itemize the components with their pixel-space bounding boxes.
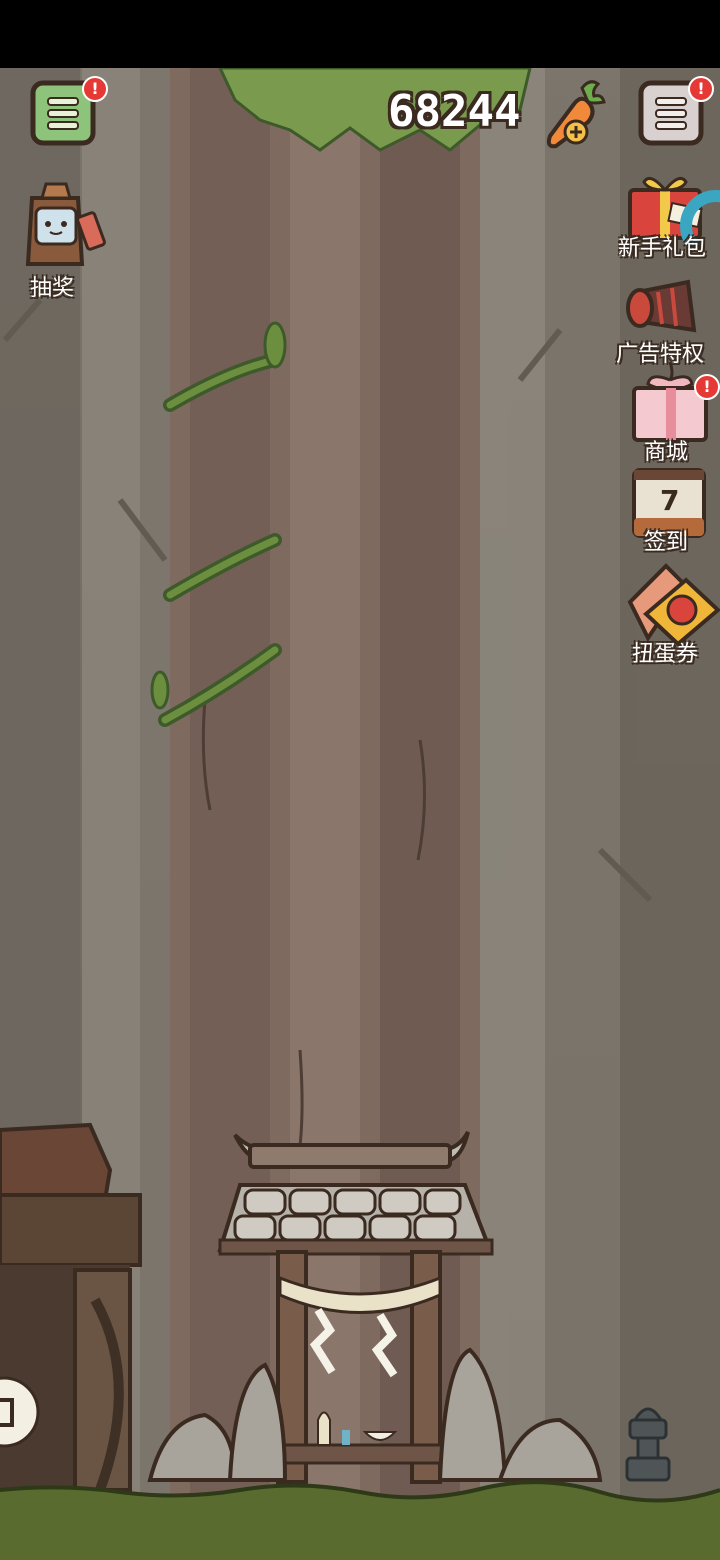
checkin-button[interactable]: 7 签到 — [630, 464, 710, 555]
notification-badge: ! — [694, 374, 720, 400]
lottery-box-icon — [25, 182, 106, 266]
checkin-label: 签到 — [644, 530, 689, 555]
gacha-ticket-button[interactable]: 扭蛋券 — [622, 562, 720, 670]
status-bar — [0, 0, 720, 68]
lottery-button[interactable]: 抽奖 — [20, 178, 110, 301]
notification-badge: ! — [688, 76, 714, 102]
carrot-plus-icon — [546, 80, 606, 149]
right-menu-button[interactable]: ! — [638, 76, 714, 146]
carrot-currency-amount: 68244 — [388, 86, 521, 137]
shop-gift-icon — [632, 361, 708, 442]
newbie-gift-label: 新手礼包 — [618, 236, 707, 261]
ad-privilege-button[interactable]: 广告特权 — [616, 278, 720, 370]
shop-label: 商城 — [644, 440, 689, 465]
checkin-day: 7 — [660, 484, 680, 517]
left-menu-button[interactable]: ! — [30, 76, 108, 146]
notification-badge: ! — [82, 76, 108, 102]
lottery-label: 抽奖 — [30, 276, 75, 301]
game-screen: ! 68244 ! 抽奖 新手礼包 广告特权 ! 商城 7 签到 扭蛋券 — [0, 0, 720, 1560]
newbie-gift-button[interactable]: 新手礼包 — [618, 166, 720, 266]
add-carrot-button[interactable] — [542, 76, 608, 152]
gacha-ticket-label: 扭蛋券 — [632, 642, 699, 667]
shop-button[interactable]: ! 商城 — [630, 360, 720, 466]
megaphone-icon — [626, 279, 697, 333]
gacha-ticket-icon — [627, 563, 720, 647]
